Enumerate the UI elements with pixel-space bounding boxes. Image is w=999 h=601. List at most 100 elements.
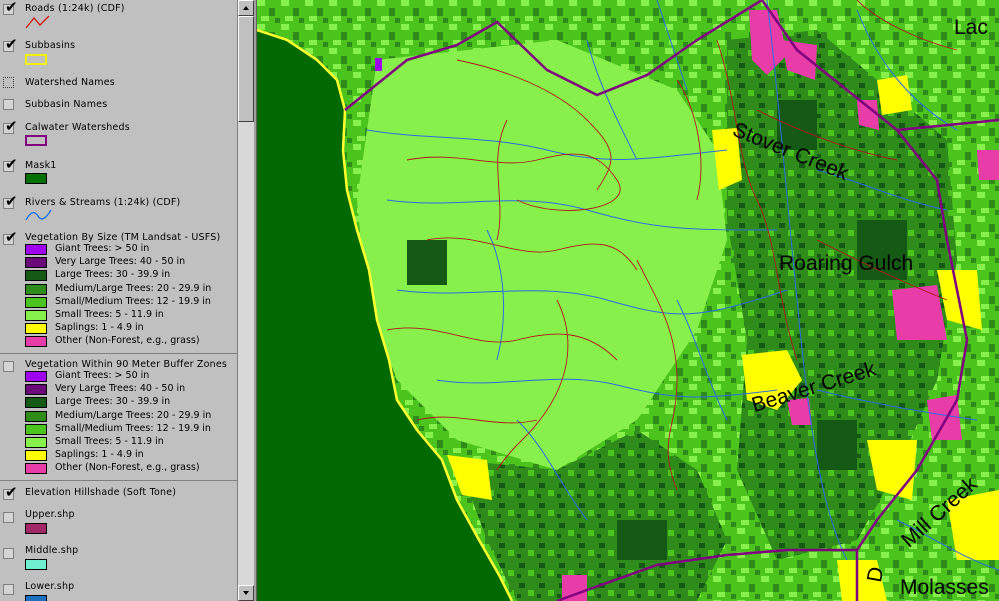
non-forest-patch (977, 150, 999, 180)
veg-buffer-class-swatch (25, 371, 47, 382)
veg-size-class-swatch (25, 323, 47, 335)
veg-size-class-row: Saplings: 1 - 4.9 in (25, 322, 237, 335)
veg-size-class-swatch (25, 270, 47, 282)
veg-size-class-label: Very Large Trees: 40 - 50 in (55, 256, 186, 268)
veg-size-class-swatch (25, 296, 47, 308)
layer-middle-checkbox[interactable] (3, 548, 14, 559)
layer-upper-title: Upper.shp (25, 509, 75, 520)
checkmark-icon: ✔ (5, 0, 18, 16)
veg-size-class-row: Large Trees: 30 - 39.9 in (25, 269, 237, 282)
veg-size-class-row: Giant Trees: > 50 in (25, 243, 237, 255)
layer-hillshade-title: Elevation Hillshade (Soft Tone) (25, 487, 177, 498)
large-trees-patch (407, 240, 447, 285)
map-canvas[interactable] (257, 0, 999, 601)
veg-buffer-class-swatch (25, 384, 47, 396)
veg-buffer-class-row: Medium/Large Trees: 20 - 29.9 in (25, 410, 237, 422)
layer-subbasins-title: Subbasins (25, 40, 76, 51)
map-label-lac: Lac (954, 16, 988, 39)
layer-veg-size-checkbox[interactable]: ✔ (3, 230, 18, 245)
veg-buffer-class-row: Giant Trees: > 50 in (25, 370, 237, 382)
map-label-roaring-gulch: Roaring Gulch (779, 252, 914, 275)
veg-size-class-row: Medium/Large Trees: 20 - 29.9 in (25, 282, 237, 295)
layer-vegetation-buffer: Vegetation Within 90 Meter Buffer Zones … (0, 357, 237, 479)
veg-size-class-row: Small/Medium Trees: 12 - 19.9 in (25, 295, 237, 308)
veg-size-class-swatch (25, 257, 47, 269)
veg-size-class-label: Small Trees: 5 - 11.9 in (55, 309, 164, 320)
scroll-up-button[interactable] (238, 0, 254, 16)
saplings-patch (877, 75, 912, 115)
veg-size-class-label: Small/Medium Trees: 12 - 19.9 in (55, 295, 211, 307)
veg-size-class-label: Medium/Large Trees: 20 - 29.9 in (55, 282, 212, 294)
veg-buffer-class-row: Other (Non-Forest, e.g., grass) (25, 462, 237, 475)
veg-size-class-row: Other (Non-Forest, e.g., grass) (25, 335, 237, 348)
veg-buffer-class-row: Small Trees: 5 - 11.9 in (25, 436, 237, 448)
giant-trees-patch (375, 58, 382, 71)
middle-swatch (25, 559, 47, 570)
layer-mask1-checkbox[interactable]: ✔ (3, 157, 18, 172)
layer-mask1-title: Mask1 (25, 160, 57, 171)
scroll-thumb[interactable] (238, 16, 254, 122)
layer-calwater-checkbox[interactable]: ✔ (3, 119, 18, 134)
layer-streams-checkbox[interactable]: ✔ (3, 194, 18, 209)
checkmark-icon: ✔ (5, 35, 18, 53)
veg-buffer-class-swatch (25, 463, 47, 475)
arrow-down-icon (243, 591, 249, 595)
scroll-down-button[interactable] (238, 585, 254, 601)
veg-buffer-class-row: Saplings: 1 - 4.9 in (25, 449, 237, 462)
road-line-icon (25, 15, 50, 29)
arrow-up-icon (243, 6, 249, 10)
veg-buffer-class-row: Small/Medium Trees: 12 - 19.9 in (25, 422, 237, 435)
layer-subbasin-names-title: Subbasin Names (25, 99, 108, 110)
veg-buffer-class-swatch (25, 450, 47, 462)
layer-roads-title: Roads (1:24k) (CDF) (25, 3, 125, 14)
veg-size-class-swatch (25, 310, 47, 321)
checkmark-icon: ✔ (5, 117, 18, 135)
large-trees-patch (817, 420, 857, 470)
layer-roads-checkbox[interactable]: ✔ (3, 0, 18, 15)
lower-swatch (25, 595, 47, 601)
layer-hillshade-checkbox[interactable]: ✔ (3, 485, 18, 500)
veg-buffer-class-swatch (25, 437, 47, 448)
veg-buffer-class-label: Giant Trees: > 50 in (55, 370, 150, 381)
layer-subbasin-names-checkbox[interactable] (3, 99, 14, 110)
veg-buffer-class-label: Other (Non-Forest, e.g., grass) (55, 462, 200, 474)
veg-buffer-class-label: Saplings: 1 - 4.9 in (55, 449, 144, 461)
mask1-swatch (25, 173, 47, 184)
veg-size-class-swatch (25, 336, 47, 348)
stream-line-icon (25, 209, 52, 221)
veg-size-class-row: Very Large Trees: 40 - 50 in (25, 256, 237, 269)
veg-buffer-class-swatch (25, 397, 47, 409)
checkmark-icon: ✔ (5, 228, 18, 246)
table-of-contents-panel: ✔ Roads (1:24k) (CDF) ✔ Subbasins Waters… (0, 0, 237, 601)
layer-lower-checkbox[interactable] (3, 584, 14, 595)
veg-buffer-class-row: Very Large Trees: 40 - 50 in (25, 383, 237, 396)
checkmark-icon: ✔ (5, 192, 18, 210)
layer-calwater-title: Calwater Watersheds (25, 122, 130, 133)
map-view[interactable]: Lac Stover Creek Roaring Gulch Beaver Cr… (257, 0, 999, 601)
checkmark-icon: ✔ (5, 483, 18, 501)
layer-veg-buffer-checkbox[interactable] (3, 361, 14, 372)
layer-veg-size-title: Vegetation By Size (TM Landsat - USFS) (25, 232, 221, 243)
layer-veg-buffer-title: Vegetation Within 90 Meter Buffer Zones (25, 359, 228, 370)
veg-size-class-row: Small Trees: 5 - 11.9 in (25, 309, 237, 321)
legend-divider (0, 480, 237, 481)
legend-scrollbar[interactable] (237, 0, 254, 601)
calwater-swatch (25, 135, 47, 146)
layer-watershed-names-checkbox[interactable] (3, 77, 14, 88)
veg-buffer-class-label: Small/Medium Trees: 12 - 19.9 in (55, 422, 211, 434)
veg-buffer-class-label: Large Trees: 30 - 39.9 in (55, 396, 171, 408)
layer-middle-title: Middle.shp (25, 545, 79, 556)
layer-watershed-names-title: Watershed Names (25, 77, 115, 88)
veg-buffer-class-label: Very Large Trees: 40 - 50 in (55, 383, 186, 395)
layer-subbasins-checkbox[interactable]: ✔ (3, 37, 18, 52)
veg-buffer-class-swatch (25, 423, 47, 435)
layer-upper-checkbox[interactable] (3, 512, 14, 523)
veg-size-class-swatch (25, 283, 47, 295)
layer-lower-title: Lower.shp (25, 581, 75, 592)
layer-vegetation-by-size: ✔ Vegetation By Size (TM Landsat - USFS)… (0, 230, 237, 352)
veg-buffer-class-label: Small Trees: 5 - 11.9 in (55, 436, 164, 447)
veg-size-class-label: Giant Trees: > 50 in (55, 243, 150, 254)
checkmark-icon: ✔ (5, 155, 18, 173)
upper-swatch (25, 523, 47, 534)
veg-size-class-label: Large Trees: 30 - 39.9 in (55, 269, 171, 281)
